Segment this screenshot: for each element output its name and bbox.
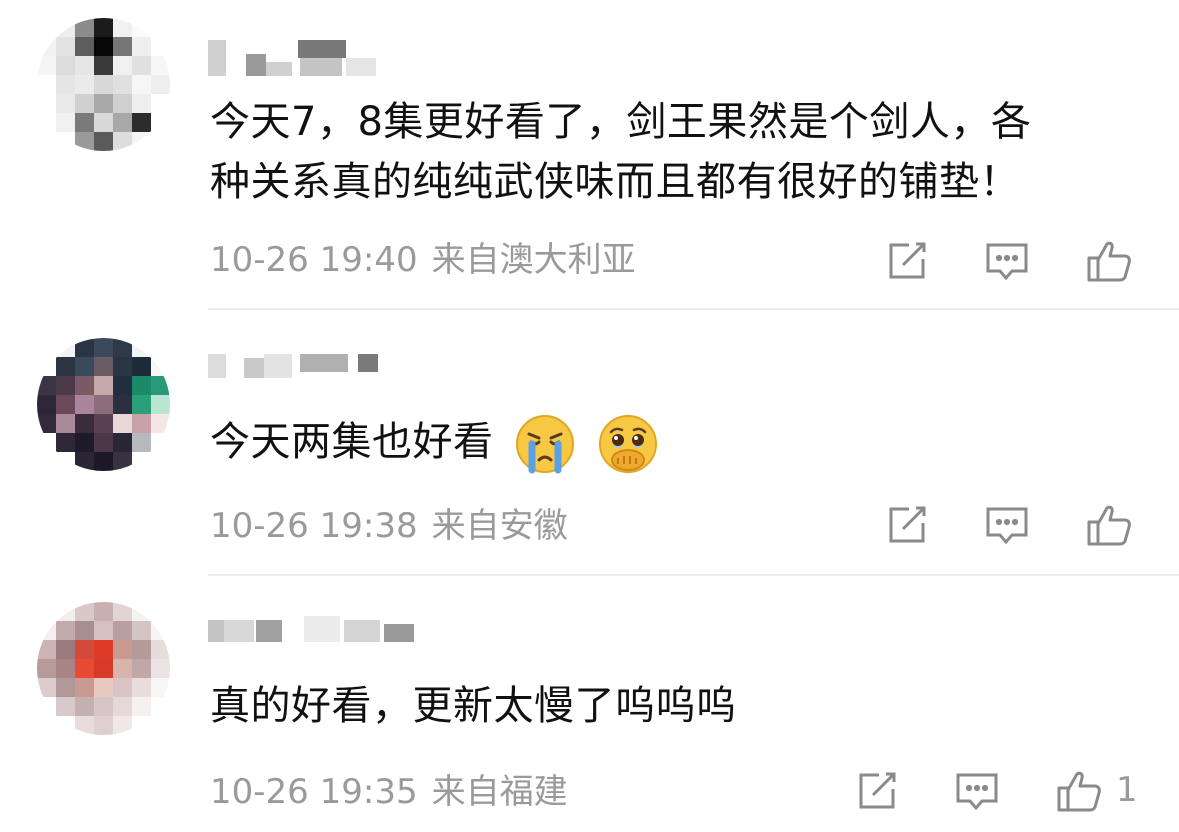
comment-icon <box>986 507 1028 545</box>
like-count: 1 <box>1116 770 1138 810</box>
avatar[interactable] <box>37 338 170 471</box>
face-holding-back-tears-emoji <box>598 415 657 473</box>
thumbs-up-icon <box>1057 771 1101 812</box>
timestamp: 10-26 19:38 <box>210 506 418 546</box>
like-button[interactable] <box>1054 766 1104 816</box>
reply-button[interactable] <box>982 500 1032 550</box>
timestamp: 10-26 19:40 <box>210 240 418 280</box>
comment-item: 今天7，8集更好看了，剑王果然是个剑人，各 种关系真的纯纯武侠味而且都有很好的铺… <box>0 0 1179 310</box>
share-edit-icon <box>859 772 896 809</box>
username-blurred[interactable] <box>208 342 378 378</box>
comment-actions: 1 <box>850 766 1150 816</box>
comment-text: 今天两集也好看 <box>210 412 1129 476</box>
comment-icon <box>986 243 1028 281</box>
username-blurred[interactable] <box>208 40 378 76</box>
comment-meta: 10-26 19:38 来自安徽 <box>210 506 568 546</box>
location: 来自福建 <box>431 772 568 812</box>
share-edit-icon <box>889 506 926 543</box>
comment-actions <box>880 500 1160 550</box>
reply-button[interactable] <box>952 766 1002 816</box>
crying-face-emoji <box>515 415 574 474</box>
comment-text-line: 今天7，8集更好看了，剑王果然是个剑人，各 <box>210 99 1032 145</box>
timestamp: 10-26 19:35 <box>210 772 418 812</box>
avatar[interactable] <box>37 602 170 735</box>
repost-button[interactable] <box>852 766 902 816</box>
reply-button[interactable] <box>982 236 1032 286</box>
share-edit-icon <box>889 242 926 279</box>
comment-text-line: 种关系真的纯纯武侠味而且都有很好的铺垫！ <box>210 159 1020 205</box>
comment-icon <box>956 773 998 811</box>
avatar[interactable] <box>37 18 170 151</box>
comment-text-line: 今天两集也好看 <box>210 419 494 465</box>
like-button[interactable] <box>1084 500 1134 550</box>
comment-item: 真的好看，更新太慢了呜呜呜 10-26 19:35 来自福建 1 <box>0 576 1179 832</box>
comment-meta: 10-26 19:40 来自澳大利亚 <box>210 240 636 280</box>
like-button[interactable] <box>1084 236 1134 286</box>
comment-text: 今天7，8集更好看了，剑王果然是个剑人，各 种关系真的纯纯武侠味而且都有很好的铺… <box>210 92 1129 212</box>
comment-text-line: 真的好看，更新太慢了呜呜呜 <box>210 683 737 729</box>
comment-text: 真的好看，更新太慢了呜呜呜 <box>210 676 1129 736</box>
location: 来自安徽 <box>431 506 568 546</box>
repost-button[interactable] <box>882 500 932 550</box>
location: 来自澳大利亚 <box>431 240 636 280</box>
comment-meta: 10-26 19:35 来自福建 <box>210 772 568 812</box>
username-blurred[interactable] <box>208 606 418 642</box>
thumbs-up-icon <box>1087 241 1131 282</box>
comment-actions <box>880 236 1160 286</box>
thumbs-up-icon <box>1087 505 1131 546</box>
repost-button[interactable] <box>882 236 932 286</box>
comment-item: 今天两集也好看 10-26 19:38 来自安徽 <box>0 310 1179 576</box>
